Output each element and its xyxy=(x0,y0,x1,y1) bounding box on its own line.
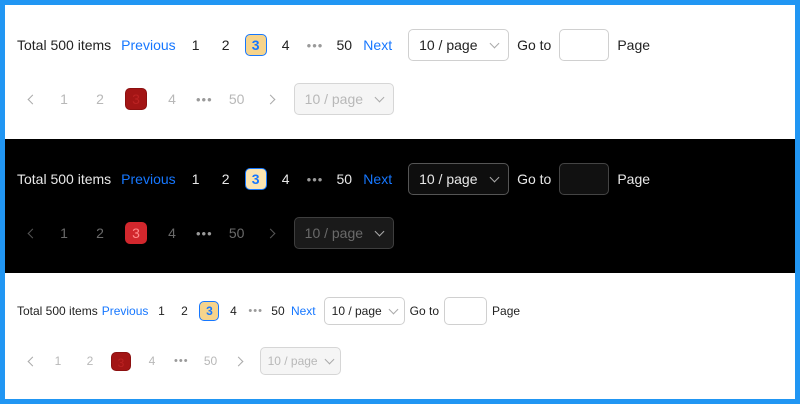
chevron-down-icon xyxy=(324,354,335,364)
page-size-value: 10 / page xyxy=(331,304,382,318)
goto-label: Go to xyxy=(409,304,440,318)
goto-label: Go to xyxy=(517,37,552,53)
page-1-disabled: 1 xyxy=(60,225,68,241)
page-1[interactable]: 1 xyxy=(151,300,171,322)
ellipsis-more[interactable]: ••• xyxy=(248,305,263,317)
page-1[interactable]: 1 xyxy=(185,168,207,190)
page-1[interactable]: 1 xyxy=(185,34,207,56)
pagination-disabled-small: 1 2 3 4 ••• 50 10 / page xyxy=(17,347,341,375)
page-2-disabled: 2 xyxy=(96,91,104,107)
page-50[interactable]: 50 xyxy=(333,34,355,56)
page-2-disabled: 2 xyxy=(96,225,104,241)
chevron-left-icon xyxy=(27,228,38,238)
page-size-select-disabled: 10 / page xyxy=(293,83,394,115)
goto-input[interactable] xyxy=(559,163,610,195)
total-label: Total 500 items xyxy=(17,171,112,187)
page-1-disabled: 1 xyxy=(60,91,68,107)
page-3-active[interactable]: 3 xyxy=(199,301,220,321)
previous-button[interactable]: Previous xyxy=(121,171,175,187)
goto-input[interactable] xyxy=(444,297,488,325)
page-50[interactable]: 50 xyxy=(268,300,288,322)
chevron-right-icon xyxy=(265,228,276,238)
next-button[interactable]: Next xyxy=(291,304,316,318)
page-4[interactable]: 4 xyxy=(275,34,297,56)
page-size-value: 10 / page xyxy=(304,225,364,241)
page-4-disabled: 4 xyxy=(168,225,176,241)
chevron-down-icon xyxy=(374,92,385,102)
goto-input[interactable] xyxy=(559,29,610,61)
page-size-select-disabled: 10 / page xyxy=(259,347,341,375)
page-3-active[interactable]: 3 xyxy=(244,168,267,190)
ellipsis-disabled: ••• xyxy=(174,355,189,367)
page-50[interactable]: 50 xyxy=(333,168,355,190)
page-4[interactable]: 4 xyxy=(275,168,297,190)
ellipsis-more[interactable]: ••• xyxy=(307,172,324,187)
pagination-enabled-small: Total 500 items Previous 1 2 3 4 ••• 50 … xyxy=(17,297,520,325)
ellipsis-disabled: ••• xyxy=(196,91,213,107)
page-3-disabled-active: 3 xyxy=(125,222,147,244)
page-2-disabled: 2 xyxy=(86,354,94,368)
chevron-down-icon xyxy=(374,226,385,236)
page-50-disabled: 50 xyxy=(228,225,245,241)
pagination-enabled-dark: Total 500 items Previous 1 2 3 4 ••• 50 … xyxy=(17,163,650,195)
page-size-value: 10 / page xyxy=(419,37,478,53)
page-2[interactable]: 2 xyxy=(174,300,194,322)
dark-theme-section: Total 500 items Previous 1 2 3 4 ••• 50 … xyxy=(5,139,795,273)
page-4-disabled: 4 xyxy=(148,354,156,368)
page-4[interactable]: 4 xyxy=(223,300,243,322)
small-size-section: Total 500 items Previous 1 2 3 4 ••• 50 … xyxy=(5,273,795,399)
chevron-left-icon xyxy=(27,94,38,104)
previous-button[interactable]: Previous xyxy=(102,304,149,318)
page-50-disabled: 50 xyxy=(203,354,218,368)
page-size-value: 10 / page xyxy=(267,354,318,368)
page-size-select[interactable]: 10 / page xyxy=(323,297,405,325)
total-label: Total 500 items xyxy=(17,304,98,318)
page-suffix-label: Page xyxy=(617,171,651,187)
ellipsis-more[interactable]: ••• xyxy=(307,38,324,53)
page-2[interactable]: 2 xyxy=(215,168,237,190)
page-suffix-label: Page xyxy=(617,37,651,53)
page-4-disabled: 4 xyxy=(168,91,176,107)
page-3-disabled-active: 3 xyxy=(125,88,147,110)
chevron-down-icon xyxy=(388,304,399,314)
page-50-disabled: 50 xyxy=(228,91,245,107)
page-1-disabled: 1 xyxy=(54,354,62,368)
page-size-value: 10 / page xyxy=(419,171,478,187)
page-2[interactable]: 2 xyxy=(215,34,237,56)
chevron-right-icon xyxy=(233,356,244,366)
chevron-left-icon xyxy=(27,356,38,366)
page-3-active[interactable]: 3 xyxy=(244,34,267,56)
page-size-select[interactable]: 10 / page xyxy=(408,29,510,61)
total-label: Total 500 items xyxy=(17,37,112,53)
chevron-right-icon xyxy=(265,94,276,104)
page-suffix-label: Page xyxy=(492,304,521,318)
previous-button[interactable]: Previous xyxy=(121,37,175,53)
page-size-select[interactable]: 10 / page xyxy=(408,163,510,195)
page-size-value: 10 / page xyxy=(304,91,364,107)
page-3-disabled-active: 3 xyxy=(111,351,131,371)
goto-label: Go to xyxy=(517,171,552,187)
chevron-down-icon xyxy=(489,172,500,182)
chevron-down-icon xyxy=(489,38,500,48)
pagination-enabled: Total 500 items Previous 1 2 3 4 ••• 50 … xyxy=(17,29,650,61)
next-button[interactable]: Next xyxy=(363,37,392,53)
pagination-disabled-dark: 1 2 3 4 ••• 50 10 / page xyxy=(17,217,394,249)
light-theme-section: Total 500 items Previous 1 2 3 4 ••• 50 … xyxy=(5,5,795,139)
page-size-select-disabled: 10 / page xyxy=(293,217,394,249)
pagination-disabled: 1 2 3 4 ••• 50 10 / page xyxy=(17,83,394,115)
ellipsis-disabled: ••• xyxy=(196,225,213,241)
next-button[interactable]: Next xyxy=(363,171,392,187)
